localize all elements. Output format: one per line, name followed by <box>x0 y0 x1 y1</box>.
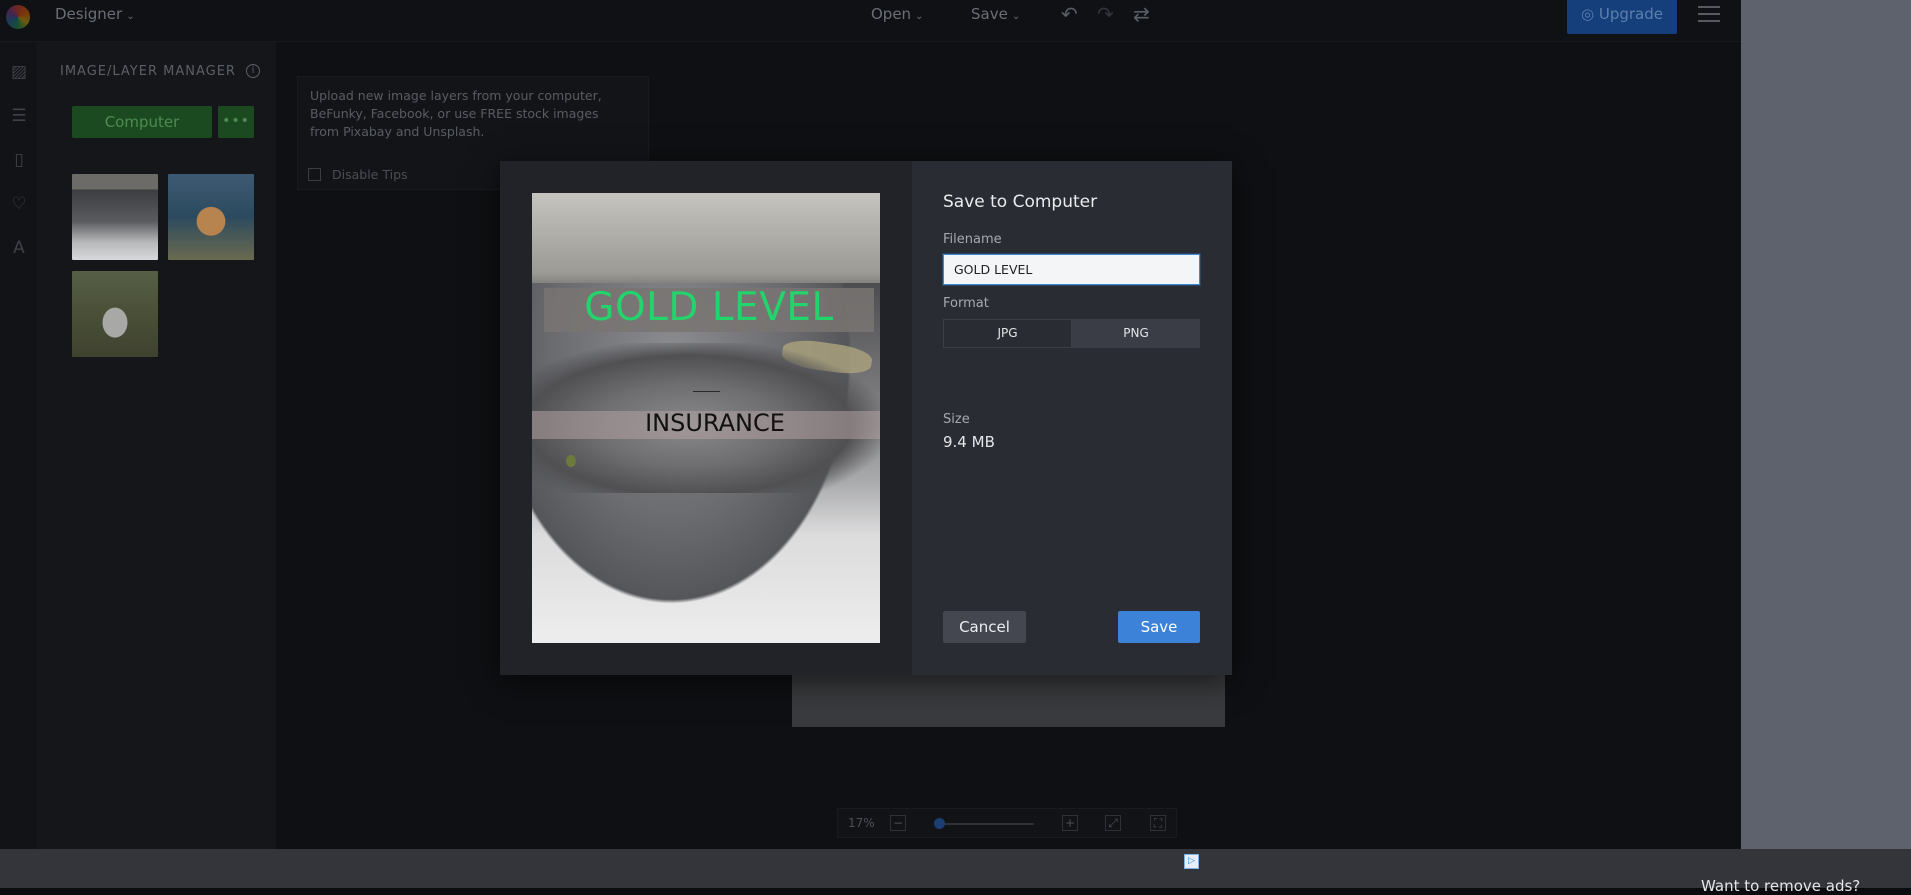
designer-menu[interactable]: Designer ⌄ <box>55 4 135 27</box>
disable-tips-checkbox[interactable] <box>308 168 321 181</box>
format-png-button[interactable]: PNG <box>1072 320 1200 347</box>
image-preview: GOLD LEVEL INSURANCE <box>532 193 880 643</box>
chevron-down-icon: ⌄ <box>1011 11 1021 22</box>
ad-choices-icon[interactable]: ▷ <box>1184 854 1199 869</box>
layout-icon[interactable]: ▯ <box>9 150 29 170</box>
format-label: Format <box>943 296 989 311</box>
fit-icon[interactable]: ⤢ <box>1105 815 1121 831</box>
save-to-computer-dialog: GOLD LEVEL INSURANCE Save to Computer Fi… <box>500 161 1232 675</box>
tool-rail: ▨ ☰ ▯ ♡ A <box>0 42 38 849</box>
zoom-bar: 17% − + ⤢ ⛶ <box>837 808 1177 838</box>
dialog-title: Save to Computer <box>943 192 1098 212</box>
layer-thumbnail-dog[interactable] <box>168 174 254 260</box>
save-button[interactable]: Save <box>1118 611 1200 643</box>
app-logo-icon[interactable] <box>6 5 30 29</box>
open-menu[interactable]: Open ⌄ <box>871 4 923 27</box>
remove-ads-link[interactable]: Want to remove ads? <box>1701 877 1860 895</box>
open-menu-label: Open <box>871 5 912 23</box>
sliders-icon[interactable]: ☰ <box>9 106 29 126</box>
image-icon[interactable]: ▨ <box>9 62 29 82</box>
repeat-icon[interactable]: ⇄ <box>1133 2 1150 26</box>
preview-cat-eye <box>566 455 576 467</box>
tips-text: Upload new image layers from your comput… <box>310 88 602 139</box>
filename-input[interactable]: GOLD LEVEL <box>943 254 1200 285</box>
fullscreen-icon[interactable]: ⛶ <box>1150 815 1166 831</box>
info-icon[interactable]: i <box>246 64 260 78</box>
chevron-down-icon: ⌄ <box>126 11 135 22</box>
zoom-in-button[interactable]: + <box>1062 815 1078 831</box>
text-icon[interactable]: A <box>9 238 29 258</box>
upgrade-label: Upgrade <box>1598 5 1663 23</box>
zoom-slider-handle[interactable] <box>934 818 945 829</box>
save-menu[interactable]: Save ⌄ <box>971 4 1020 27</box>
canvas-area[interactable] <box>792 672 1225 727</box>
format-toggle: JPG PNG <box>943 319 1200 348</box>
ad-bar: ▷ Want to remove ads? <box>0 849 1911 895</box>
upgrade-button[interactable]: ◎ Upgrade <box>1567 0 1677 34</box>
layer-thumbnail-horse[interactable] <box>72 271 158 357</box>
preview-wall <box>532 193 880 293</box>
designer-menu-label: Designer <box>55 5 123 23</box>
top-bar: Designer ⌄ Open ⌄ Save ⌄ ↶ ↷ ⇄ ◎ Upgrade <box>0 0 1741 42</box>
save-menu-label: Save <box>971 5 1008 23</box>
cancel-button[interactable]: Cancel <box>943 611 1026 643</box>
layer-thumbnail-cat[interactable] <box>72 174 158 260</box>
more-options-button[interactable]: ••• <box>218 106 254 138</box>
size-label: Size <box>943 412 970 427</box>
zoom-slider[interactable] <box>938 823 1034 825</box>
user-circle-icon: ◎ <box>1581 5 1599 23</box>
chevron-down-icon: ⌄ <box>915 11 924 22</box>
zoom-percent: 17% <box>848 816 875 830</box>
right-side-strip <box>1741 0 1911 849</box>
heart-icon[interactable]: ♡ <box>9 194 29 214</box>
disable-tips-label: Disable Tips <box>332 167 408 182</box>
undo-icon[interactable]: ↶ <box>1061 2 1078 26</box>
size-value: 9.4 MB <box>943 433 995 451</box>
preview-divider <box>693 391 720 392</box>
zoom-out-button[interactable]: − <box>890 815 906 831</box>
format-jpg-button[interactable]: JPG <box>944 320 1072 347</box>
preview-headline: GOLD LEVEL <box>584 285 834 330</box>
preview-pane: GOLD LEVEL INSURANCE <box>500 161 912 675</box>
filename-label: Filename <box>943 232 1002 247</box>
upload-computer-button[interactable]: Computer <box>72 106 212 138</box>
layer-manager-panel: IMAGE/LAYER MANAGER i Computer ••• <box>38 42 276 849</box>
preview-subline: INSURANCE <box>645 409 785 437</box>
hamburger-menu-icon[interactable] <box>1698 6 1720 22</box>
redo-icon[interactable]: ↷ <box>1097 2 1114 26</box>
panel-title: IMAGE/LAYER MANAGER <box>60 64 236 79</box>
